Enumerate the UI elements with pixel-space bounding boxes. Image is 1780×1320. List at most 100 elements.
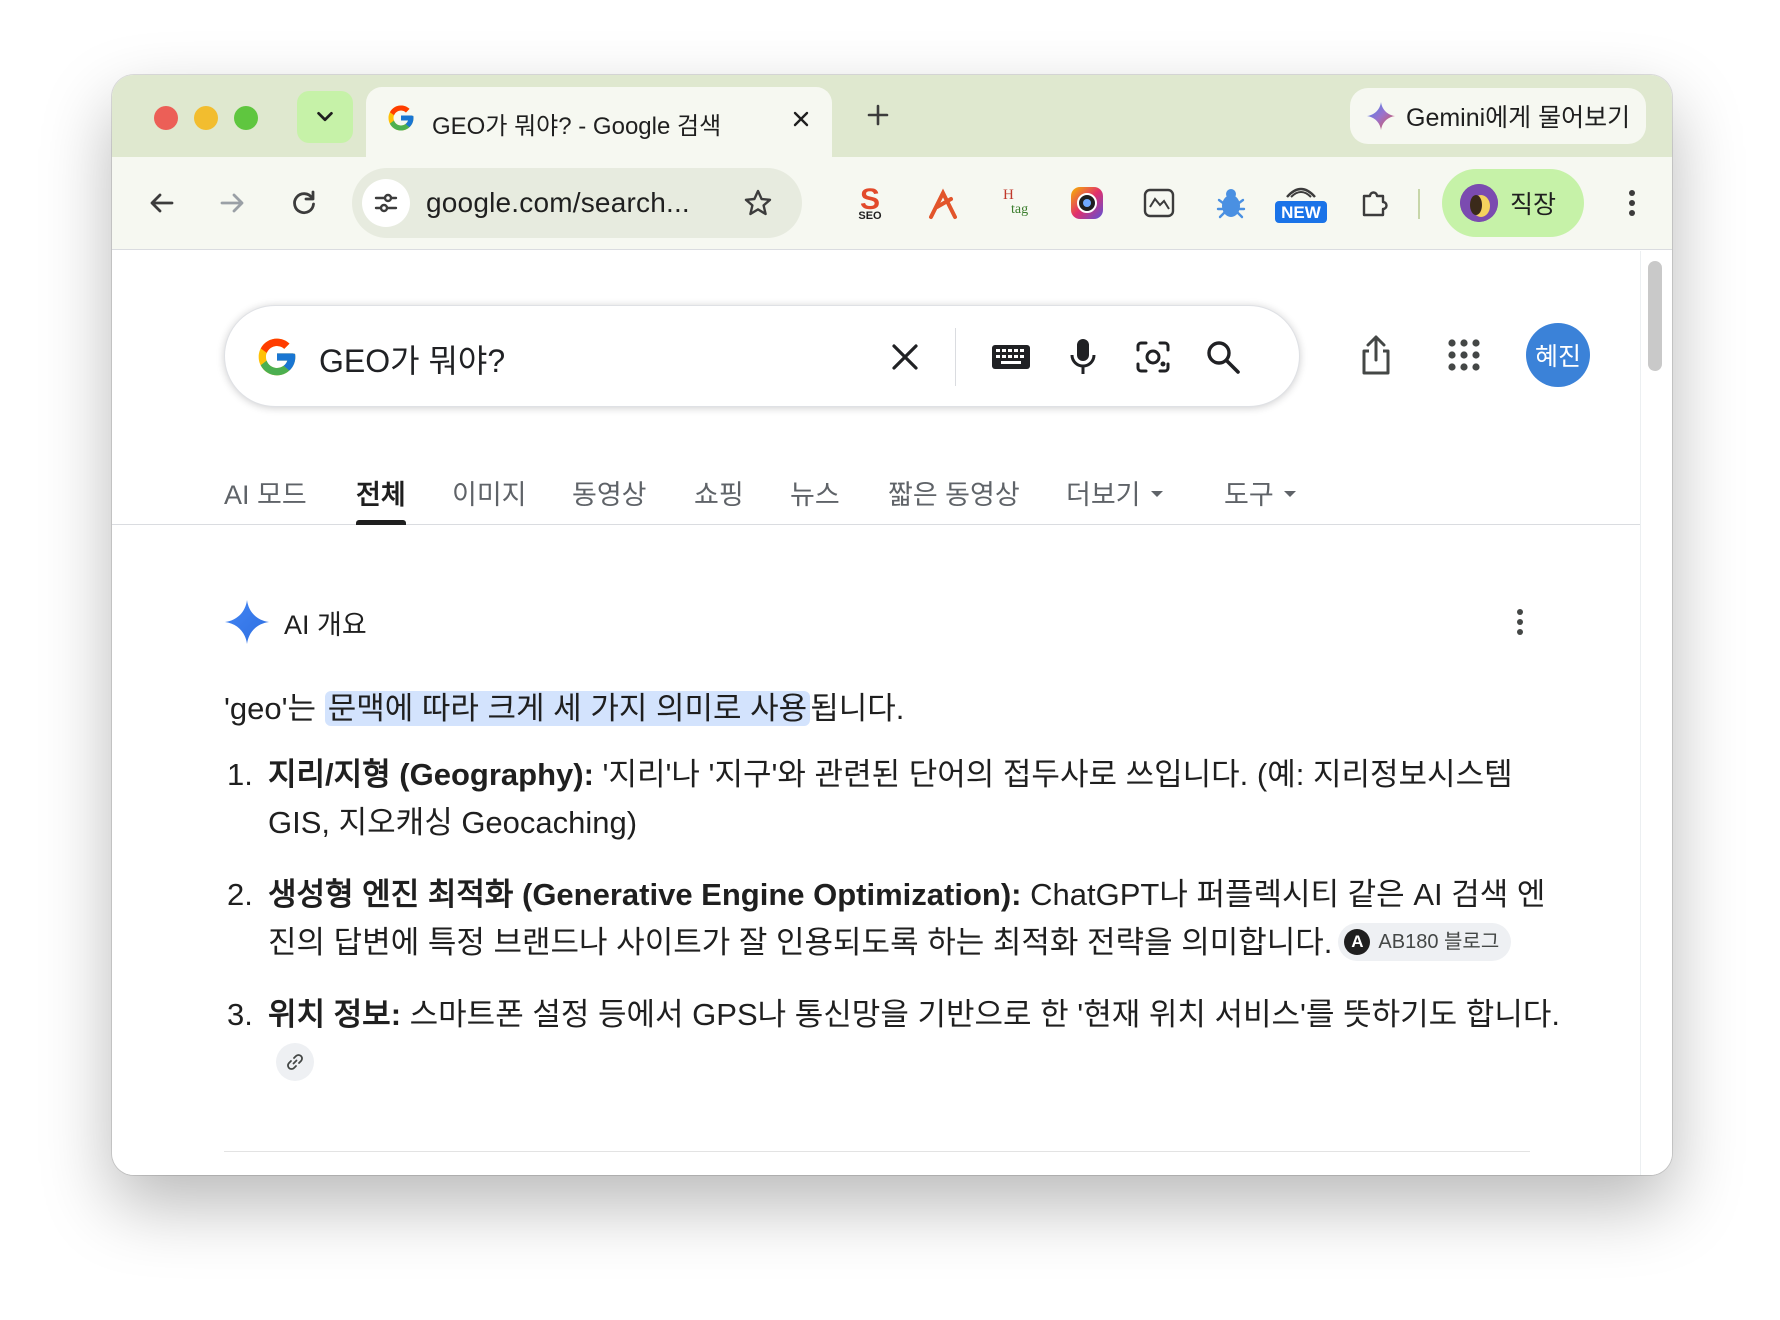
share-button[interactable] [1352,329,1400,381]
list-term: 생성형 엔진 최적화 (Generative Engine Optimizati… [268,877,1022,912]
close-icon [892,344,918,370]
hashtag-extension-badge: tag [1011,202,1028,217]
gemini-button-label: Gemini에게 물어보기 [1406,104,1631,132]
list-number: 3. [227,997,253,1032]
forward-button[interactable] [210,181,254,225]
profile-label: 직장 [1510,191,1557,219]
intro-prefix: 'geo'는 [224,691,325,726]
tab-ai-mode[interactable]: AI 모드 [224,473,307,525]
fullscreen-window-button[interactable] [234,106,258,130]
list-item: 2. 생성형 엔진 최적화 (Generative Engine Optimiz… [224,871,1564,967]
apps-grid-icon [1448,339,1480,371]
tab-short-videos[interactable]: 짧은 동영상 [888,473,1020,525]
profile-button[interactable]: 직장 [1442,169,1584,237]
ai-overview-more-button[interactable] [1500,599,1540,645]
scrollbar-track[interactable] [1640,251,1672,1175]
tab-title: GEO가 뭐야? - Google 검색 [432,113,722,140]
browser-toolbar: google.com/search... S SEO H tag NEW 직장 [112,157,1672,250]
bookmark-button[interactable] [738,183,778,223]
keyboard-icon [992,345,1030,369]
screenshot-extension-icon[interactable] [1136,180,1182,226]
clear-search-button[interactable] [883,335,927,379]
section-divider [224,1151,1530,1152]
ai-sparkle-icon [225,600,269,644]
list-number: 1. [227,757,253,792]
account-avatar[interactable]: 혜진 [1526,323,1590,387]
link-icon [287,1053,303,1070]
link-chip[interactable] [276,1042,314,1081]
tool-extension-icon[interactable] [920,180,966,226]
tab-shopping[interactable]: 쇼핑 [694,473,744,525]
search-icon [1207,341,1240,374]
search-submit-button[interactable] [1199,333,1247,381]
voice-search-button[interactable] [1059,333,1107,381]
ai-overview-title: AI 개요 [284,609,367,640]
list-number: 2. [227,877,253,912]
ai-overview-list: 1. 지리/지형 (Geography): '지리'나 '지구'와 관련된 단어… [224,751,1564,1111]
new-tab-button[interactable] [858,95,898,135]
camera-extension-icon[interactable] [1064,180,1110,226]
active-tab[interactable]: GEO가 뭐야? - Google 검색 [366,87,832,157]
tune-icon [374,193,398,213]
browser-menu-button[interactable] [1612,181,1652,225]
plus-icon [867,104,889,126]
site-info-button[interactable] [362,179,410,227]
reload-icon [293,190,315,215]
search-nav-tabs: AI 모드 전체 이미지 동영상 쇼핑 뉴스 짧은 동영상 더보기 도구 [112,461,1640,525]
url-text[interactable]: google.com/search... [426,187,690,219]
google-g-icon [258,338,296,376]
tab-search-button[interactable] [297,91,353,143]
tab-all[interactable]: 전체 [356,473,406,525]
list-text: 스마트폰 설정 등에서 GPS나 통신망을 기반으로 한 '현재 위치 서비스'… [401,997,1560,1032]
address-bar[interactable]: google.com/search... [352,168,802,238]
search-results-page: GEO가 뭐야? 혜진 AI 모드 전체 이미지 동영상 쇼핑 뉴스 짧은 동영… [112,251,1672,1175]
new-extension-icon[interactable]: NEW [1272,180,1330,226]
hashtag-extension-icon[interactable]: H tag [992,180,1038,226]
close-tab-button[interactable] [786,104,816,134]
lens-search-button[interactable] [1129,333,1177,381]
tab-images[interactable]: 이미지 [452,473,527,525]
puzzle-icon[interactable] [1352,180,1398,226]
list-item: 1. 지리/지형 (Geography): '지리'나 '지구'와 관련된 단어… [224,751,1564,847]
search-box[interactable]: GEO가 뭐야? [224,305,1300,407]
ai-overview-header: AI 개요 [224,597,367,647]
tab-tools[interactable]: 도구 [1224,473,1296,525]
minimize-window-button[interactable] [194,106,218,130]
camera-lens-icon [1136,341,1170,373]
toolbar-separator [1418,189,1420,219]
intro-suffix: 됩니다. [810,691,905,726]
bug-extension-icon[interactable] [1208,180,1254,226]
seo-extension-icon[interactable]: S SEO [847,180,893,226]
tab-strip: GEO가 뭐야? - Google 검색 Gemini에게 물어보기 [112,75,1672,157]
tab-more[interactable]: 더보기 [1066,473,1163,525]
more-vert-icon [1629,190,1635,216]
scrollbar-thumb[interactable] [1648,261,1662,371]
star-icon [744,189,772,216]
list-item: 3. 위치 정보: 스마트폰 설정 등에서 GPS나 통신망을 기반으로 한 '… [224,991,1564,1087]
arrow-left-icon [150,193,174,213]
close-window-button[interactable] [154,106,178,130]
source-logo-icon: A [1344,928,1371,955]
source-chip[interactable]: A AB180 블로그 [1338,922,1512,961]
back-button[interactable] [140,181,184,225]
list-term: 지리/지형 (Geography): [268,757,594,792]
tab-videos[interactable]: 동영상 [572,473,647,525]
gemini-spark-icon [1366,101,1396,131]
intro-highlight[interactable]: 문맥에 따라 크게 세 가지 의미로 사용 [324,691,811,726]
google-g-icon [388,105,414,131]
source-label: AB180 블로그 [1378,930,1500,953]
tab-tools-label: 도구 [1224,480,1274,510]
caret-down-icon [1283,490,1296,497]
gemini-button[interactable]: Gemini에게 물어보기 [1350,88,1646,144]
share-icon [1362,335,1390,375]
profile-avatar [1460,184,1498,222]
tab-news[interactable]: 뉴스 [790,473,840,525]
reload-button[interactable] [282,181,326,225]
new-badge: NEW [1281,203,1322,222]
google-apps-button[interactable] [1440,331,1488,379]
more-vert-icon [1517,609,1523,635]
tab-more-label: 더보기 [1066,480,1141,510]
search-query-text[interactable]: GEO가 뭐야? [319,336,505,382]
close-icon [793,111,809,127]
keyboard-button[interactable] [987,333,1035,381]
